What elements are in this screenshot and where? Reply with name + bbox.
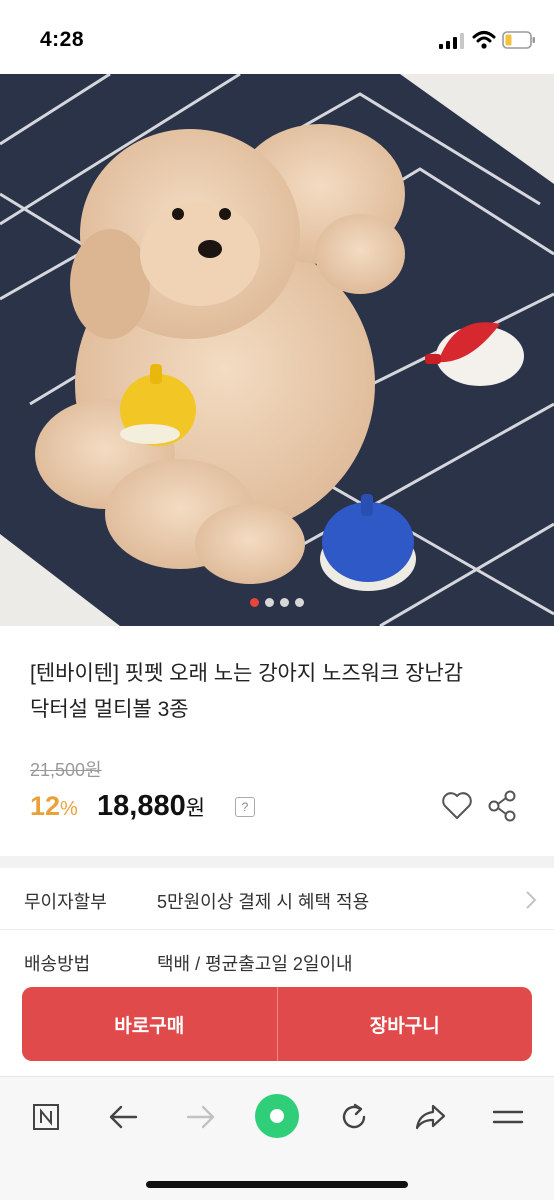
- status-bar: 4:28: [0, 0, 554, 76]
- product-title: [텐바이텐] 핏펫 오래 노는 강아지 노즈워크 장난감 닥터설 멀티볼 3종: [30, 656, 530, 728]
- green-dot-icon[interactable]: [254, 1093, 300, 1139]
- naver-home-icon[interactable]: [26, 1097, 66, 1137]
- heart-icon[interactable]: [441, 790, 473, 822]
- carousel-dot[interactable]: [295, 598, 304, 607]
- discount-unit: %: [60, 798, 78, 820]
- product-image-carousel[interactable]: [0, 74, 554, 626]
- discount-value: 12: [30, 791, 61, 821]
- carousel-dots: [0, 598, 554, 612]
- purchase-bar: 바로구매 장바구니: [22, 987, 532, 1061]
- forward-arrow-icon[interactable]: [181, 1097, 221, 1137]
- back-arrow-icon[interactable]: [103, 1097, 143, 1137]
- share-arrow-icon[interactable]: [410, 1097, 450, 1137]
- buy-now-button[interactable]: 바로구매: [22, 987, 277, 1061]
- carousel-dot[interactable]: [250, 598, 259, 607]
- status-time: 4:28: [40, 28, 85, 51]
- price-value: 18,880: [97, 790, 186, 822]
- wifi-icon: [472, 31, 496, 49]
- chevron-right-icon: [526, 891, 537, 909]
- carousel-dot[interactable]: [265, 598, 274, 607]
- product-title-line: [텐바이텐] 핏펫 오래 노는 강아지 노즈워크 장난감: [30, 662, 464, 685]
- home-indicator[interactable]: [146, 1181, 408, 1188]
- price-unit: 원: [185, 797, 206, 820]
- refresh-icon[interactable]: [334, 1097, 374, 1137]
- cellular-signal-icon: [439, 33, 464, 49]
- product-title-line: 닥터설 멀티볼 3종: [30, 698, 189, 721]
- original-price: 21,500원: [30, 760, 102, 780]
- carousel-dot[interactable]: [280, 598, 289, 607]
- battery-icon: [502, 31, 535, 49]
- installment-label: 무이자할부: [24, 892, 107, 912]
- menu-icon[interactable]: [488, 1097, 528, 1137]
- price-help-icon[interactable]: ?: [235, 797, 255, 817]
- installment-value: 5만원이상 결제 시 혜택 적용: [157, 892, 370, 912]
- sale-price: 18,880원: [97, 790, 205, 823]
- delivery-value: 택배 / 평균출고일 2일이내: [157, 954, 353, 974]
- delivery-row: 배송방법 택배 / 평균출고일 2일이내: [0, 930, 554, 992]
- section-divider: [0, 856, 554, 868]
- product-photo: [0, 74, 554, 626]
- share-icon[interactable]: [487, 790, 517, 822]
- product-info: [텐바이텐] 핏펫 오래 노는 강아지 노즈워크 장난감 닥터설 멀티볼 3종 …: [0, 626, 554, 856]
- discount-rate: 12%: [30, 791, 78, 822]
- delivery-label: 배송방법: [24, 954, 91, 974]
- installment-row[interactable]: 무이자할부 5만원이상 결제 시 혜택 적용: [0, 868, 554, 930]
- add-to-cart-button[interactable]: 장바구니: [278, 987, 533, 1061]
